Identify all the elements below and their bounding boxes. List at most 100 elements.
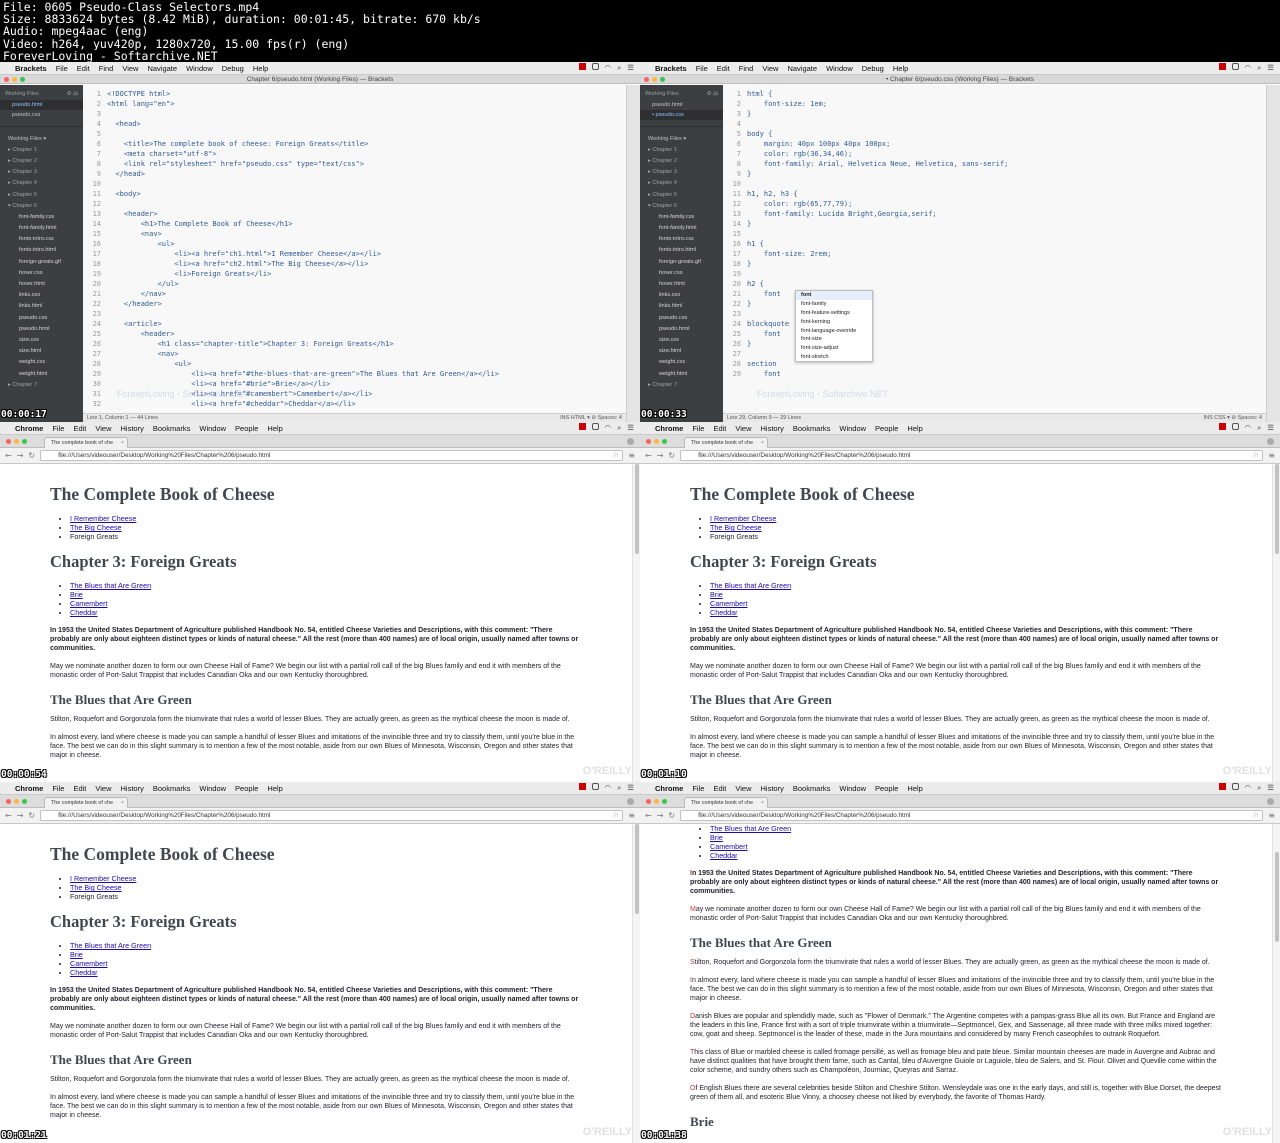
- menu-people[interactable]: People: [875, 424, 898, 433]
- close-icon[interactable]: [646, 439, 651, 444]
- gear-icon[interactable]: ⚙ ⊟: [707, 91, 718, 97]
- menu-history[interactable]: History: [761, 424, 784, 433]
- working-file-item[interactable]: pseudo.html: [640, 100, 723, 110]
- file-item[interactable]: size.css: [640, 334, 723, 345]
- list-icon[interactable]: ☰: [1267, 783, 1274, 793]
- menu-window[interactable]: Window: [199, 424, 226, 433]
- list-icon[interactable]: ☰: [1267, 423, 1274, 433]
- menu-debug[interactable]: Debug: [862, 64, 884, 73]
- chapter-item[interactable]: ▸ Chapter 5: [0, 189, 83, 200]
- chapter-item[interactable]: ▾ Chapter 6: [640, 200, 723, 211]
- menu-edit[interactable]: Edit: [73, 784, 86, 793]
- menu-help[interactable]: Help: [893, 64, 908, 73]
- nav-link[interactable]: The Big Cheese: [70, 523, 122, 532]
- menu-navigate[interactable]: Navigate: [787, 64, 817, 73]
- search-icon[interactable]: ⌕: [1257, 63, 1261, 73]
- file-item[interactable]: foreign-greats.gif: [0, 256, 83, 267]
- close-icon[interactable]: [4, 77, 9, 82]
- nav-link[interactable]: I Remember Cheese: [710, 514, 776, 523]
- menu-icon[interactable]: ≡: [1268, 811, 1275, 820]
- zoom-icon[interactable]: [20, 77, 25, 82]
- browser-tab[interactable]: The complete book of che ×: [44, 437, 128, 448]
- scrollbar[interactable]: [1272, 824, 1280, 1143]
- menu-bookmarks[interactable]: Bookmarks: [153, 424, 191, 433]
- menu-find[interactable]: Find: [739, 64, 754, 73]
- menu-window[interactable]: Window: [826, 64, 853, 73]
- menu-edit[interactable]: Edit: [73, 424, 86, 433]
- forward-icon[interactable]: →: [657, 811, 664, 820]
- file-item[interactable]: font-family.html: [0, 223, 83, 234]
- menu-view[interactable]: View: [95, 784, 111, 793]
- list-icon[interactable]: ☰: [627, 783, 634, 793]
- tab-close-icon[interactable]: ×: [761, 798, 764, 808]
- hint-item[interactable]: font-kerning: [796, 317, 872, 326]
- menu-bookmarks[interactable]: Bookmarks: [793, 784, 831, 793]
- file-item[interactable]: pseudo.html: [0, 323, 83, 334]
- close-icon[interactable]: [646, 799, 651, 804]
- menu-icon[interactable]: ≡: [1268, 451, 1275, 460]
- zoom-icon[interactable]: [22, 439, 27, 444]
- toc-link[interactable]: The Blues that Are Green: [710, 824, 791, 833]
- bookmark-star-icon[interactable]: ☆: [1252, 811, 1259, 820]
- menu-people[interactable]: People: [875, 784, 898, 793]
- file-item[interactable]: font-family.html: [640, 223, 723, 234]
- chapter-item[interactable]: ▸ Chapter 7: [640, 379, 723, 390]
- toc-link[interactable]: Brie: [710, 590, 723, 599]
- scroll-thumb[interactable]: [1275, 852, 1279, 942]
- file-item[interactable]: foreign-greats.gif: [640, 256, 723, 267]
- menu-app[interactable]: Chrome: [655, 784, 683, 793]
- toc-link[interactable]: Camembert: [710, 842, 748, 851]
- file-item[interactable]: fonts-intro.html: [640, 245, 723, 256]
- menu-window[interactable]: Window: [839, 424, 866, 433]
- chapter-item[interactable]: ▸ Chapter 3: [640, 167, 723, 178]
- menu-file[interactable]: File: [52, 784, 64, 793]
- browser-tab[interactable]: The complete book of che ×: [44, 797, 128, 808]
- menu-history[interactable]: History: [121, 424, 144, 433]
- menu-bookmarks[interactable]: Bookmarks: [153, 784, 191, 793]
- file-item[interactable]: hover.css: [640, 267, 723, 278]
- menu-view[interactable]: View: [762, 64, 778, 73]
- menu-help[interactable]: Help: [253, 64, 268, 73]
- scrollbar[interactable]: [632, 464, 640, 782]
- menu-view[interactable]: View: [122, 64, 138, 73]
- file-item[interactable]: links.html: [0, 301, 83, 312]
- address-bar[interactable]: file:///Users/videouser/Desktop/Working%…: [680, 450, 1264, 461]
- reload-icon[interactable]: ↻: [668, 811, 675, 820]
- scroll-thumb[interactable]: [1275, 464, 1279, 554]
- toc-link[interactable]: Camembert: [710, 599, 748, 608]
- file-item[interactable]: fonts-intro.css: [0, 234, 83, 245]
- menu-view[interactable]: View: [95, 424, 111, 433]
- menu-app[interactable]: Brackets: [655, 64, 687, 73]
- zoom-icon[interactable]: [662, 439, 667, 444]
- file-item[interactable]: pseudo.css: [640, 312, 723, 323]
- file-item[interactable]: weight.html: [640, 368, 723, 379]
- menu-file[interactable]: File: [52, 424, 64, 433]
- menu-edit[interactable]: Edit: [713, 784, 726, 793]
- forward-icon[interactable]: →: [17, 451, 24, 460]
- hint-item[interactable]: font: [796, 291, 872, 300]
- browser-tab[interactable]: The complete book of che ×: [684, 437, 768, 448]
- menu-help[interactable]: Help: [907, 424, 922, 433]
- menu-app[interactable]: Brackets: [15, 64, 47, 73]
- menu-file[interactable]: File: [696, 64, 708, 73]
- menu-file[interactable]: File: [692, 424, 704, 433]
- file-item[interactable]: weight.html: [0, 368, 83, 379]
- toc-link[interactable]: The Blues that Are Green: [70, 581, 151, 590]
- minimize-icon[interactable]: [14, 799, 19, 804]
- toc-link[interactable]: Brie: [710, 833, 723, 842]
- toc-link[interactable]: The Blues that Are Green: [710, 581, 791, 590]
- minimize-icon[interactable]: [14, 439, 19, 444]
- menu-edit[interactable]: Edit: [77, 64, 90, 73]
- menu-file[interactable]: File: [56, 64, 68, 73]
- file-item[interactable]: links.html: [640, 301, 723, 312]
- scroll-thumb[interactable]: [635, 824, 639, 914]
- menu-view[interactable]: View: [735, 784, 751, 793]
- file-item[interactable]: font-family.css: [640, 211, 723, 222]
- forward-icon[interactable]: →: [17, 811, 24, 820]
- menu-view[interactable]: View: [735, 424, 751, 433]
- toc-link[interactable]: Camembert: [70, 599, 108, 608]
- scroll-thumb[interactable]: [635, 464, 639, 554]
- menu-window[interactable]: Window: [839, 784, 866, 793]
- menu-history[interactable]: History: [121, 784, 144, 793]
- file-item[interactable]: size.html: [640, 346, 723, 357]
